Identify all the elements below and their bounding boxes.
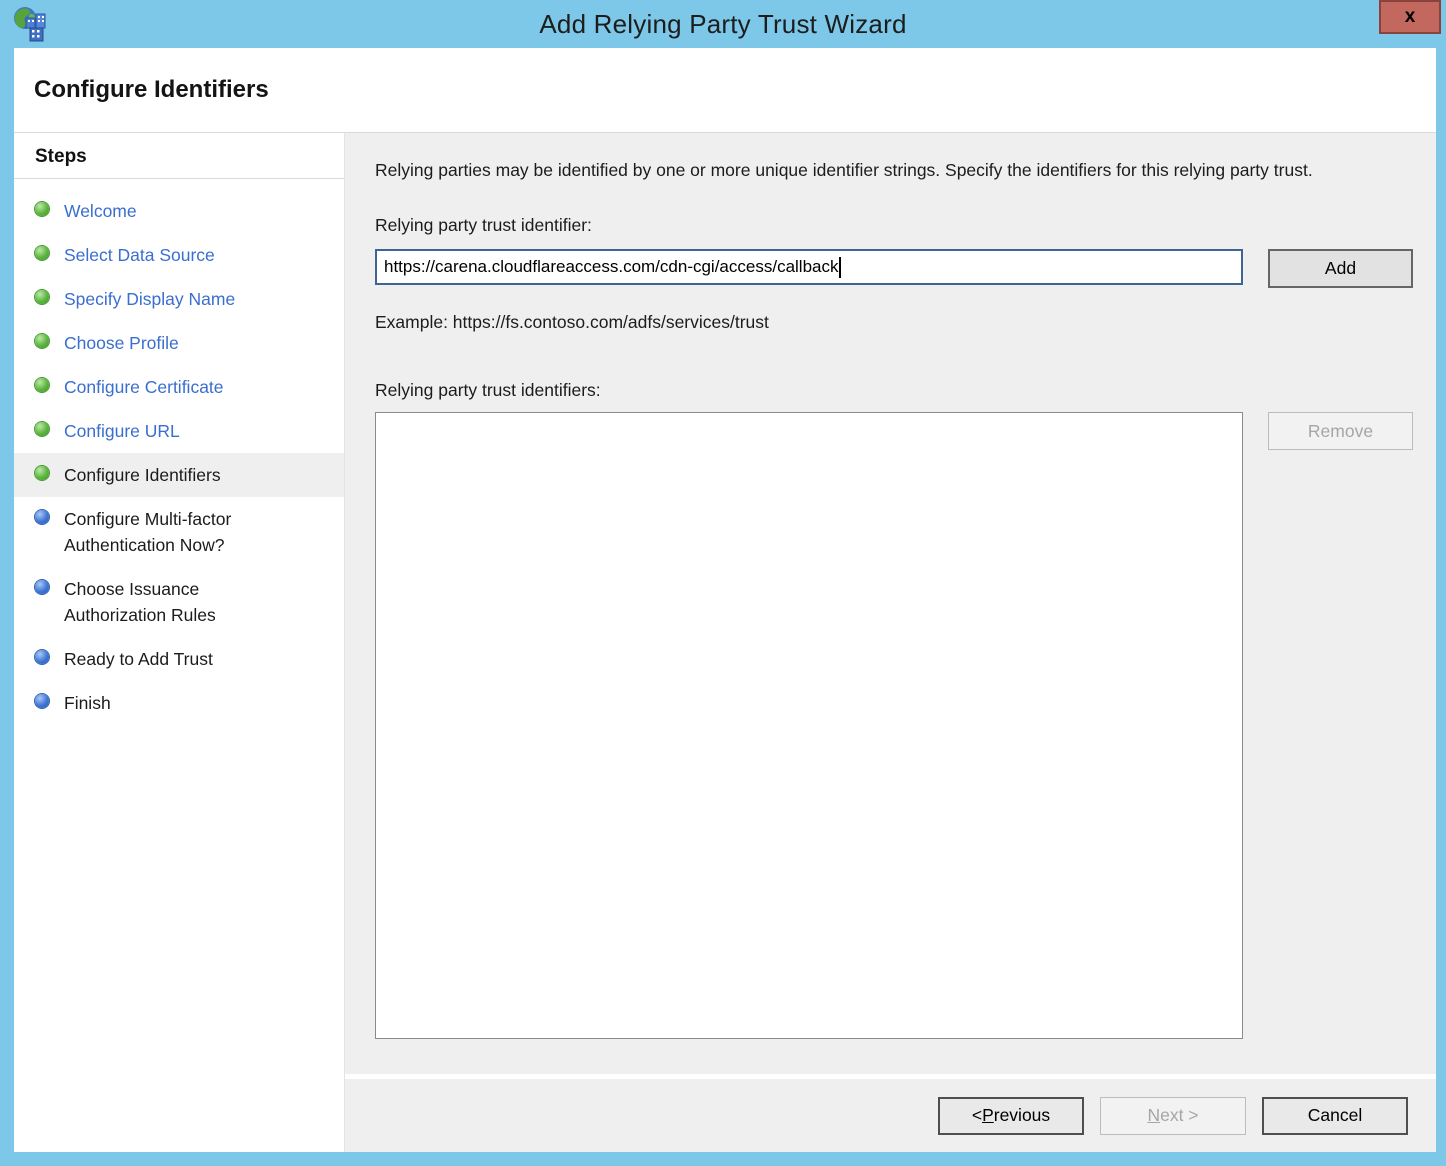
wizard-window: Configure Identifiers Steps Welcome Sele… (14, 48, 1436, 1152)
steps-sidebar: Steps Welcome Select Data Source Specify… (14, 133, 345, 1152)
step-item: Choose Issuance Authorization Rules (14, 567, 344, 637)
page-header: Configure Identifiers (14, 48, 1436, 132)
step-bullet-icon (35, 202, 49, 216)
step-bullet-icon (35, 422, 49, 436)
identifiers-listbox[interactable] (375, 412, 1243, 1039)
step-label: Configure Identifiers (64, 462, 221, 488)
cancel-button[interactable]: Cancel (1262, 1097, 1408, 1135)
page-title: Configure Identifiers (34, 76, 269, 104)
step-item[interactable]: Configure URL (14, 409, 344, 453)
window-title: Add Relying Party Trust Wizard (0, 9, 1446, 40)
close-button[interactable]: x (1379, 0, 1441, 34)
titlebar: Add Relying Party Trust Wizard x (0, 0, 1446, 48)
step-label: Specify Display Name (64, 286, 235, 312)
identifier-input-value: https://carena.cloudflareaccess.com/cdn-… (384, 257, 838, 277)
step-bullet-icon (35, 510, 49, 524)
intro-text: Relying parties may be identified by one… (375, 157, 1405, 184)
identifier-input[interactable]: https://carena.cloudflareaccess.com/cdn-… (375, 249, 1243, 285)
step-label: Configure Multi-factor Authentication No… (64, 506, 280, 558)
step-item[interactable]: Specify Display Name (14, 277, 344, 321)
step-bullet-icon (35, 580, 49, 594)
step-item[interactable]: Choose Profile (14, 321, 344, 365)
step-bullet-icon (35, 290, 49, 304)
add-button[interactable]: Add (1268, 249, 1413, 288)
step-bullet-icon (35, 650, 49, 664)
next-button[interactable]: Next > (1100, 1097, 1246, 1135)
step-bullet-icon (35, 466, 49, 480)
main-panel: Relying parties may be identified by one… (345, 133, 1436, 1152)
identifiers-list-label: Relying party trust identifiers: (375, 380, 1413, 401)
step-label: Choose Profile (64, 330, 179, 356)
remove-button[interactable]: Remove (1268, 412, 1413, 450)
identifier-label: Relying party trust identifier: (375, 215, 1413, 236)
example-text: Example: https://fs.contoso.com/adfs/ser… (375, 312, 1413, 333)
text-caret (839, 257, 841, 278)
close-icon: x (1405, 6, 1416, 28)
step-item[interactable]: Welcome (14, 189, 344, 233)
step-bullet-icon (35, 378, 49, 392)
step-item[interactable]: Configure Identifiers (14, 453, 344, 497)
step-label: Configure URL (64, 418, 180, 444)
steps-heading: Steps (14, 133, 344, 179)
step-item: Finish (14, 681, 344, 725)
steps-list: Welcome Select Data Source Specify Displ… (14, 189, 344, 725)
step-label: Ready to Add Trust (64, 646, 213, 672)
step-bullet-icon (35, 694, 49, 708)
step-item: Configure Multi-factor Authentication No… (14, 497, 344, 567)
step-label: Choose Issuance Authorization Rules (64, 576, 280, 628)
step-item[interactable]: Configure Certificate (14, 365, 344, 409)
step-bullet-icon (35, 334, 49, 348)
step-label: Finish (64, 690, 111, 716)
step-item: Ready to Add Trust (14, 637, 344, 681)
step-bullet-icon (35, 246, 49, 260)
step-item[interactable]: Select Data Source (14, 233, 344, 277)
step-label: Select Data Source (64, 242, 215, 268)
previous-button[interactable]: < Previous (938, 1097, 1084, 1135)
step-label: Configure Certificate (64, 374, 224, 400)
footer-bar: < Previous Next > Cancel (345, 1074, 1436, 1152)
step-label: Welcome (64, 198, 137, 224)
